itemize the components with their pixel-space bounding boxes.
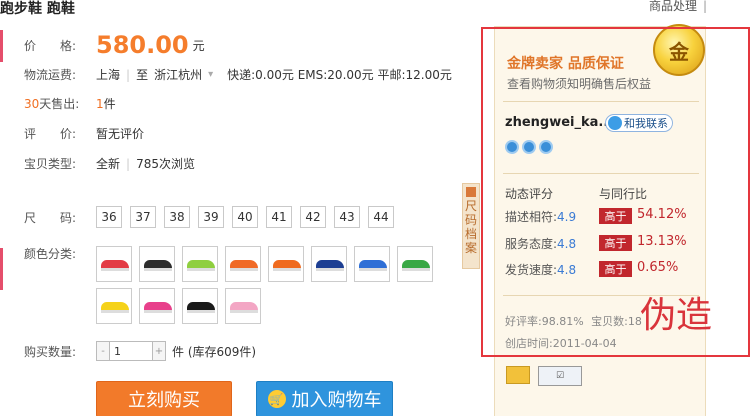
sales-days: 30 (24, 97, 40, 111)
sales-label: 30天售出: (24, 95, 96, 112)
size-option[interactable]: 41 (266, 206, 292, 228)
shoe-sole (273, 268, 301, 271)
item-condition: 全新 (96, 157, 121, 171)
size-option[interactable]: 38 (164, 206, 190, 228)
review-value: 暂无评价 (96, 127, 145, 141)
add-to-cart-button[interactable]: 🛒 加入购物车 (256, 381, 393, 416)
link-separator: | (702, 0, 707, 13)
price-label: 价 格: (24, 38, 77, 53)
price-row: 价 格: 580.00 元 (24, 31, 205, 59)
color-swatch[interactable] (182, 246, 218, 282)
sales-count: 1 (96, 96, 104, 111)
shipping-separator: | (126, 67, 131, 82)
buy-now-button[interactable]: 立刻购买 (96, 381, 232, 416)
color-swatch[interactable] (182, 288, 218, 324)
quantity-plus-button[interactable]: + (152, 341, 166, 361)
shipping-origin: 上海 (96, 68, 121, 82)
size-option[interactable]: 44 (368, 206, 394, 228)
product-report-link[interactable]: 商品处理 | (649, 0, 707, 14)
sales-label-rest: 天售出: (39, 97, 80, 111)
item-views: 785次浏览 (136, 157, 195, 171)
shoe-sole (402, 268, 430, 271)
color-swatch[interactable] (397, 246, 433, 282)
color-swatch[interactable] (225, 288, 261, 324)
color-swatch[interactable] (139, 288, 175, 324)
color-swatch[interactable] (225, 246, 261, 282)
sales-count-unit: 件 (103, 97, 116, 111)
quantity-minus-button[interactable]: - (96, 341, 110, 361)
add-to-cart-label: 加入购物车 (291, 390, 382, 411)
quantity-label: 购买数量: (24, 345, 77, 359)
certificate-icon[interactable]: ☑ (538, 366, 582, 386)
shoe-sole (230, 310, 258, 313)
sales-row: 30天售出: 1 件 (24, 95, 116, 112)
item-type-separator: | (126, 156, 131, 171)
size-row: 尺 码: 36 37 38 39 40 41 42 43 44 (24, 206, 402, 228)
review-row: 评 价: 暂无评价 (24, 125, 144, 142)
color-swatch[interactable] (96, 288, 132, 324)
chevron-down-icon[interactable]: ▾ (208, 69, 213, 80)
shoe-sole (187, 268, 215, 271)
shoe-sole (230, 268, 258, 271)
shipping-destination[interactable]: 浙江杭州 (154, 66, 202, 83)
color-swatch[interactable] (96, 246, 132, 282)
shipping-row: 物流运费: 上海 | 至 浙江杭州 ▾ 快递:0.00元 EMS:20.00元 … (24, 66, 452, 83)
shoe-sole (144, 310, 172, 313)
product-report-label[interactable]: 商品处理 (649, 0, 697, 13)
review-label: 评 价: (24, 127, 77, 141)
size-option[interactable]: 36 (96, 206, 122, 228)
size-archive-tab[interactable]: 尺码档案 (462, 183, 480, 269)
shoe-sole (359, 268, 387, 271)
ruler-icon (466, 187, 476, 197)
shoe-sole (101, 310, 129, 313)
color-swatch[interactable] (268, 246, 304, 282)
item-type-label: 宝贝类型: (24, 157, 77, 171)
size-options: 36 37 38 39 40 41 42 43 44 (96, 206, 402, 228)
credit-card-icon[interactable] (506, 366, 530, 384)
color-label: 颜色分类: (24, 247, 77, 261)
size-option[interactable]: 42 (300, 206, 326, 228)
shoe-sole (316, 268, 344, 271)
product-title: 跑步鞋 跑鞋 (0, 1, 75, 17)
size-option[interactable]: 40 (232, 206, 258, 228)
color-swatch[interactable] (311, 246, 347, 282)
price-unit: 元 (192, 38, 205, 53)
quantity-input[interactable]: 1 (110, 341, 152, 361)
service-icons: ☑ (506, 366, 582, 386)
size-option[interactable]: 39 (198, 206, 224, 228)
shoe-sole (187, 310, 215, 313)
quantity-stepper: - 1 + 件 (库存609件) (96, 341, 256, 361)
quantity-stock: 件 (库存609件) (172, 344, 257, 359)
shoe-sole (101, 268, 129, 271)
shoe-sole (144, 268, 172, 271)
shipping-to-word: 至 (136, 68, 149, 82)
shopping-cart-icon: 🛒 (267, 390, 286, 408)
annotation-label: 伪造 (640, 295, 713, 336)
quantity-label-row: 购买数量: (24, 343, 96, 360)
color-label-row: 颜色分类: (24, 245, 96, 262)
color-swatch[interactable] (139, 246, 175, 282)
left-accent-bar-2 (0, 248, 3, 290)
item-type-row: 宝贝类型: 全新 | 785次浏览 (24, 155, 195, 172)
size-option[interactable]: 43 (334, 206, 360, 228)
size-archive-label: 尺码档案 (464, 199, 477, 255)
shipping-label: 物流运费: (24, 68, 77, 82)
price-value: 580.00 (96, 31, 189, 59)
size-label: 尺 码: (24, 210, 77, 225)
color-swatch[interactable] (354, 246, 390, 282)
size-option[interactable]: 37 (130, 206, 156, 228)
shipping-fees: 快递:0.00元 EMS:20.00元 平邮:12.00元 (227, 68, 452, 82)
left-accent-bar (0, 30, 3, 62)
